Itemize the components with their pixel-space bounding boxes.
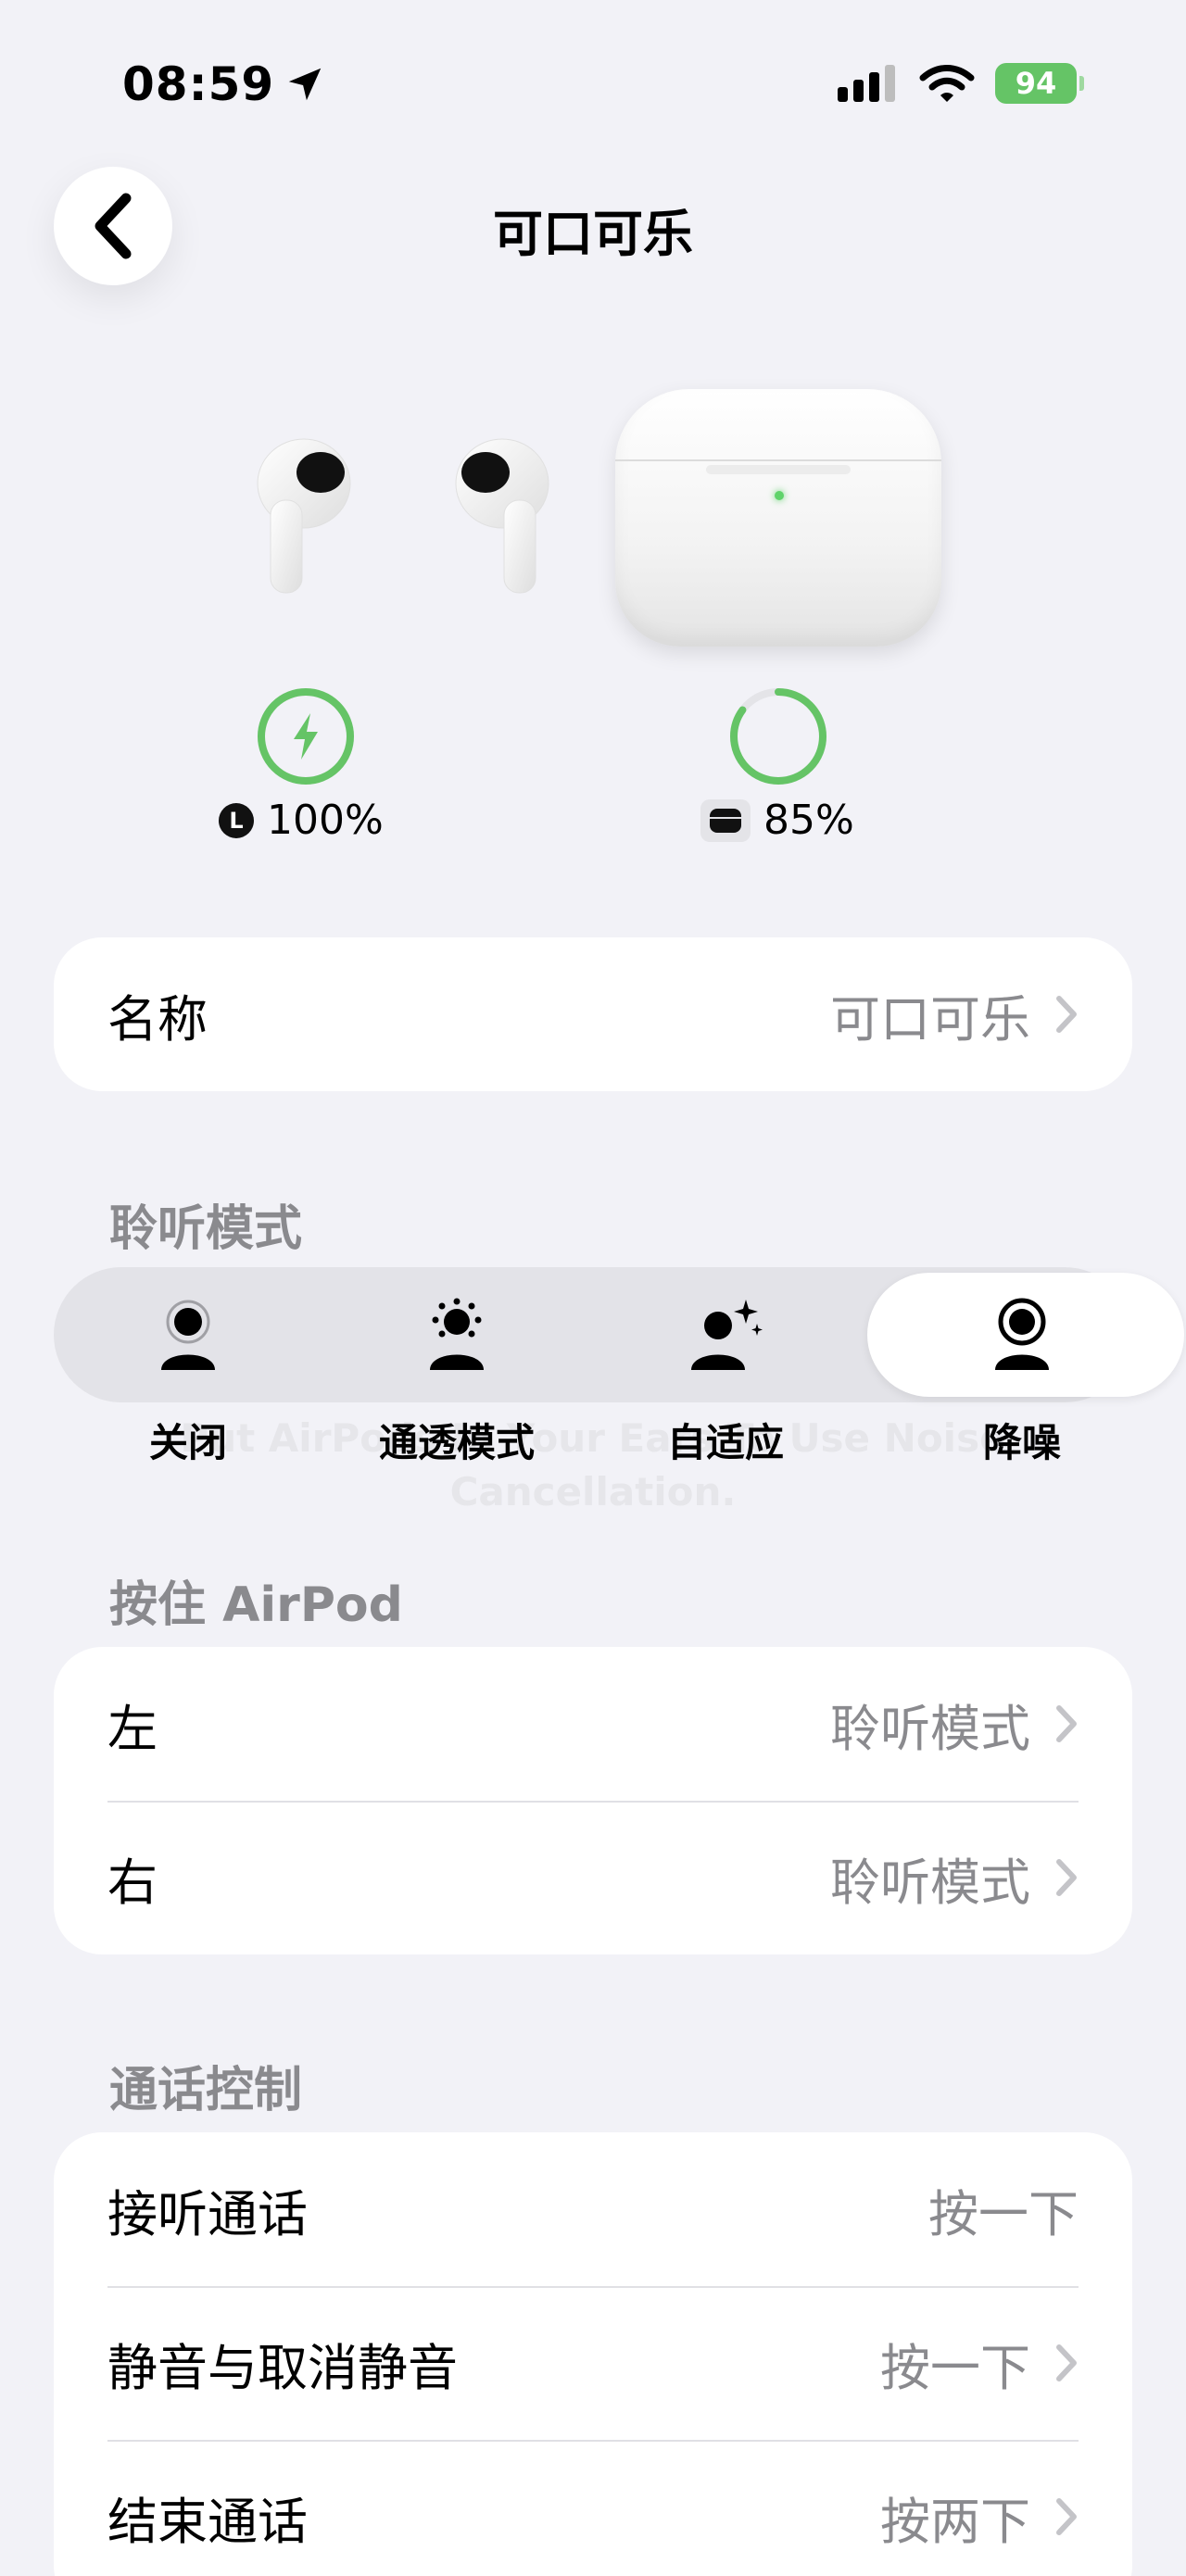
case-battery-ring [730, 688, 826, 785]
name-card: 名称 可口可乐 [54, 937, 1132, 1091]
charging-bolt-icon [294, 713, 318, 760]
mode-adaptive-button[interactable] [591, 1267, 860, 1402]
chevron-right-icon [1054, 994, 1079, 1035]
status-time-group: 08:59 [122, 57, 326, 111]
listening-mode-header: 聆听模式 [109, 1201, 303, 1257]
answer-call-value: 按一下 [928, 2184, 1079, 2243]
chevron-right-icon [1054, 2496, 1079, 2537]
wifi-icon [919, 65, 975, 102]
cellular-signal-icon [838, 65, 895, 102]
end-call-value: 按两下 [880, 2492, 1030, 2551]
device-overview: L 100% 85% [0, 389, 1186, 889]
location-arrow-icon [288, 68, 322, 101]
name-value: 可口可乐 [830, 989, 1030, 1049]
buds-battery-ring [258, 688, 354, 785]
adaptive-icon [691, 1300, 763, 1370]
mute-label: 静音与取消静音 [107, 2338, 458, 2397]
mute-value: 按一下 [880, 2338, 1030, 2397]
mode-off-button[interactable] [54, 1267, 322, 1402]
mode-transparency-label: 通透模式 [378, 1420, 535, 1465]
name-row[interactable]: 名称 可口可乐 [54, 937, 1132, 1091]
hold-left-label: 左 [107, 1699, 158, 1758]
case-lid-seam [615, 459, 941, 461]
airpods-settings-screen: 08:59 94 可口可乐 L 100% 85% 名称 可口可乐 聆听模式 Pu… [0, 0, 1186, 2576]
case-icon [700, 798, 751, 842]
status-bar: 08:59 94 [0, 0, 1186, 167]
buds-battery-label: L 100% [219, 797, 384, 844]
hold-left-value: 聆听模式 [830, 1699, 1030, 1758]
hold-right-label: 右 [107, 1853, 158, 1912]
mode-noise-cancellation-button[interactable] [888, 1267, 1156, 1402]
mode-adaptive-label: 自适应 [666, 1420, 784, 1465]
listening-mode-labels: 关闭 通透模式 自适应 降噪 [54, 1412, 1132, 1476]
battery-level: 94 [1015, 66, 1057, 101]
mode-off-label: 关闭 [148, 1420, 227, 1465]
hold-right-row[interactable]: 右 聆听模式 [54, 1801, 1132, 1954]
battery-indicator: 94 [995, 63, 1084, 104]
right-earbud-image [455, 438, 549, 594]
left-earbud-image [257, 438, 351, 594]
answer-call-label: 接听通话 [107, 2184, 308, 2243]
case-battery-label: 85% [700, 797, 854, 844]
mode-noise-cancellation-label: 降噪 [982, 1420, 1061, 1465]
listening-mode-selector [54, 1267, 1184, 1402]
case-status-led [775, 491, 784, 500]
case-hinge [706, 465, 851, 474]
status-indicators: 94 [838, 63, 1084, 104]
mute-row[interactable]: 静音与取消静音 按一下 [54, 2286, 1132, 2440]
buds-battery-value: 100% [267, 797, 384, 844]
page-title: 可口可乐 [493, 205, 693, 263]
transparency-icon [430, 1298, 484, 1370]
end-call-row[interactable]: 结束通话 按两下 [54, 2440, 1132, 2576]
left-bud-badge: L [219, 802, 254, 838]
call-controls-header: 通话控制 [109, 2063, 303, 2118]
status-time: 08:59 [122, 57, 275, 111]
call-controls-card: 接听通话 按一下 静音与取消静音 按一下 结束通话 按两下 [54, 2132, 1132, 2576]
hold-airpod-card: 左 聆听模式 右 聆听模式 [54, 1647, 1132, 1954]
case-battery-value: 85% [763, 797, 854, 844]
hold-left-row[interactable]: 左 聆听模式 [54, 1647, 1132, 1801]
hold-right-value: 聆听模式 [830, 1853, 1030, 1912]
mode-transparency-button[interactable] [322, 1267, 591, 1402]
noise-cancellation-icon [995, 1298, 1049, 1370]
chevron-right-icon [1054, 2343, 1079, 2383]
chevron-right-icon [1054, 1703, 1079, 1744]
name-label: 名称 [107, 989, 208, 1049]
chevron-right-icon [1054, 1857, 1079, 1898]
answer-call-row[interactable]: 接听通话 按一下 [54, 2132, 1132, 2286]
end-call-label: 结束通话 [107, 2492, 308, 2551]
hold-airpod-header: 按住 AirPod [109, 1577, 403, 1633]
charging-case-image [615, 389, 941, 647]
noise-control-off-icon [161, 1300, 215, 1370]
